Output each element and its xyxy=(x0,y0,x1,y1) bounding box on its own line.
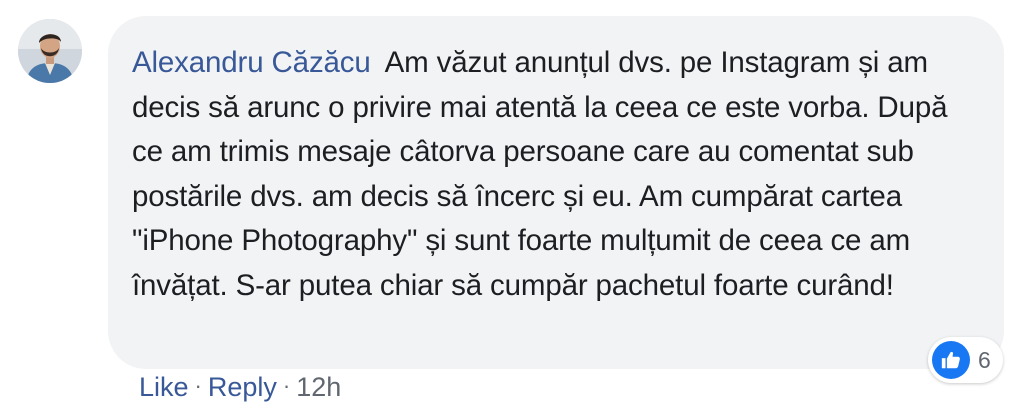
like-button[interactable]: Like xyxy=(139,372,189,402)
reaction-count: 6 xyxy=(978,346,991,373)
separator-dot: · xyxy=(194,373,202,398)
like-thumbs-up-icon xyxy=(932,341,970,379)
avatar[interactable] xyxy=(18,19,82,83)
reactions-summary[interactable]: 6 xyxy=(928,337,1003,383)
comment-body: Am văzut anunțul dvs. pe Instagram și am… xyxy=(132,46,948,302)
comment-bubble: Alexandru Căzăcu Am văzut anunțul dvs. pe… xyxy=(108,16,1004,369)
reply-button[interactable]: Reply xyxy=(208,372,277,402)
comment: Alexandru Căzăcu Am văzut anunțul dvs. pe… xyxy=(0,0,1014,414)
comment-timestamp[interactable]: 12h xyxy=(296,372,341,402)
comment-author-link[interactable]: Alexandru Căzăcu xyxy=(132,46,371,79)
separator-dot: · xyxy=(282,373,291,398)
comment-text-block: Alexandru Căzăcu Am văzut anunțul dvs. pe… xyxy=(132,41,980,309)
comment-actions: Like · Reply · 12h xyxy=(139,372,341,403)
avatar-image xyxy=(18,19,82,83)
